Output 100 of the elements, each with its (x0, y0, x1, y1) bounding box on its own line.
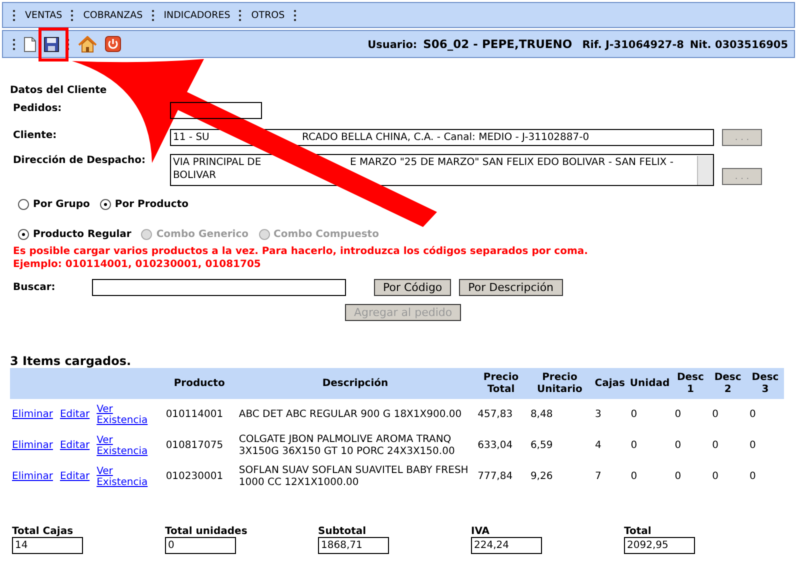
hint-text: Es posible cargar varios productos a la vez. Para hacerlo, introduzca los códigos separados por coma. (12, 245, 589, 258)
table-cell: 0 (750, 471, 756, 482)
column-header: Precio Total (483, 372, 519, 394)
table-cell: 9,26 (530, 471, 553, 482)
table-cell: 010114001 (166, 409, 224, 420)
menu-item[interactable]: COBRANZAS (83, 10, 143, 20)
total-field[interactable]: 2092,95 (624, 537, 695, 554)
menu-item[interactable]: INDICADORES (164, 10, 230, 20)
column-header: Desc 2 (714, 372, 742, 394)
table-cell: 4 (594, 440, 602, 451)
field-label: Pedidos: (13, 102, 63, 116)
table-cell: 0 (674, 471, 682, 482)
table-cell: 0 (630, 471, 638, 482)
table-cell: 457,83 (478, 409, 513, 420)
table-cell: 8,48 (530, 409, 553, 420)
total-label: Total unidades (165, 526, 248, 537)
radio-button[interactable] (18, 199, 29, 210)
action-link[interactable]: Ver Existencia (96, 466, 148, 488)
search-button[interactable]: Por Descripción (459, 279, 563, 296)
column-header: Desc 3 (752, 372, 779, 394)
rif-text: Rif. J-31064927-8 (582, 39, 684, 51)
table-cell: COLGATE JBON PALMOLIVE AROMA TRANQ 3X150G 36X150 GT 10 PORC 24X3X150.00 (238, 434, 455, 456)
action-link[interactable]: Ver Existencia (96, 434, 148, 456)
table-cell: 7 (594, 471, 602, 482)
table-cell: 777,84 (478, 471, 513, 482)
field-value: 11 - SU (173, 132, 210, 143)
table-cell: 0 (750, 409, 756, 420)
input-field[interactable] (170, 102, 262, 119)
field-value: BOLIVAR (173, 170, 216, 181)
column-header: Precio Unitario (536, 372, 582, 394)
field-label: Dirección de Despacho: (13, 154, 146, 168)
grip-icon (13, 10, 16, 20)
radio-label: Producto Regular (33, 229, 132, 240)
radio-label: Por Producto (114, 199, 189, 210)
radio-label: Combo Generico (156, 229, 249, 240)
total-field[interactable]: 1868,71 (318, 537, 389, 554)
search-field[interactable] (92, 279, 346, 296)
table-cell: 6,59 (530, 440, 553, 451)
save-icon[interactable] (44, 36, 59, 52)
table-cell: 0 (712, 471, 719, 482)
radio-label: Combo Compuesto (274, 229, 379, 240)
table-cell: 0 (630, 409, 638, 420)
total-field[interactable]: 0 (165, 537, 236, 554)
user-label: Usuario: (368, 39, 418, 51)
action-link[interactable]: Eliminar (12, 440, 53, 451)
total-field[interactable]: 224,24 (471, 537, 542, 554)
field-label: Cliente: (13, 129, 58, 143)
table-cell: 0 (750, 440, 756, 451)
table-cell: 0 (674, 409, 682, 420)
table-cell: SOFLAN SUAV SOFLAN SUAVITEL BABY FRESH 1000 CC 12X1X1000.00 (238, 464, 468, 488)
scrollbar[interactable] (697, 156, 713, 185)
highlight-box (38, 28, 68, 62)
total-label: Total Cajas (12, 526, 74, 537)
grip-icon (13, 38, 16, 50)
table-cell: 0 (674, 440, 682, 451)
radio-button[interactable] (100, 199, 111, 210)
action-link[interactable]: Editar (60, 440, 90, 451)
column-header: Desc 1 (676, 372, 704, 394)
table-cell: ABC DET ABC REGULAR 900 G 18X1X900.00 (238, 408, 462, 420)
client-field[interactable]: 11 - SU RCADO BELLA CHINA, C.A. - Canal: MEDIO - J-31102887-0 (170, 129, 714, 146)
table-cell: 633,04 (478, 440, 513, 451)
field-value: VIA PRINCIPAL DE (173, 157, 262, 168)
home-icon[interactable] (78, 36, 97, 52)
address-field[interactable]: VIA PRINCIPAL DE E MARZO "25 DE MARZO" SAN FELIX EDO BOLIVAR - SAN FELIX - BOLIVAR (170, 154, 714, 186)
menu-item[interactable]: OTROS (251, 10, 285, 20)
action-link[interactable]: Editar (60, 409, 90, 420)
total-label: Subtotal (318, 526, 368, 537)
menu-item[interactable]: VENTAS (25, 10, 62, 20)
table-cell: 010817075 (166, 440, 224, 451)
search-button[interactable]: Por Código (374, 279, 452, 296)
section-heading: Datos del Cliente (10, 84, 108, 97)
total-field[interactable]: 14 (12, 537, 83, 554)
grip-icon (71, 10, 74, 20)
items-heading: 3 Items cargados. (10, 354, 132, 368)
column-header: Unidad (630, 378, 670, 388)
hint-text: Ejemplo: 010114001, 010230001, 01081705 (12, 258, 262, 271)
table-cell: 3 (594, 409, 602, 420)
table-cell: 0 (712, 440, 719, 451)
total-label: Total (624, 526, 652, 537)
field-value: RCADO BELLA CHINA, C.A. - Canal: MEDIO - J-31102887-0 (302, 132, 590, 143)
radio-button[interactable] (18, 229, 29, 240)
grip-icon (294, 10, 297, 20)
new-document-icon[interactable] (24, 36, 36, 52)
field-label: Buscar: (13, 282, 56, 293)
column-header: Cajas (594, 378, 625, 388)
table-cell: 0 (630, 440, 638, 451)
action-link[interactable]: Eliminar (12, 409, 53, 420)
table-cell: 0 (712, 409, 719, 420)
field-value: E MARZO "25 DE MARZO" SAN FELIX EDO BOLIVAR - SAN FELIX - (350, 157, 674, 168)
column-header: Descripción (322, 378, 388, 388)
action-link[interactable]: Ver Existencia (96, 404, 148, 426)
action-link[interactable]: Eliminar (12, 471, 53, 482)
grip-icon (152, 10, 155, 20)
power-icon[interactable] (105, 36, 121, 52)
column-header: Producto (174, 378, 225, 388)
action-link[interactable]: Editar (60, 471, 90, 482)
grip-icon (239, 10, 242, 20)
nit-text: Nit. 0303516905 (690, 39, 788, 51)
total-label: IVA (471, 526, 491, 537)
radio-label: Por Grupo (33, 199, 90, 210)
